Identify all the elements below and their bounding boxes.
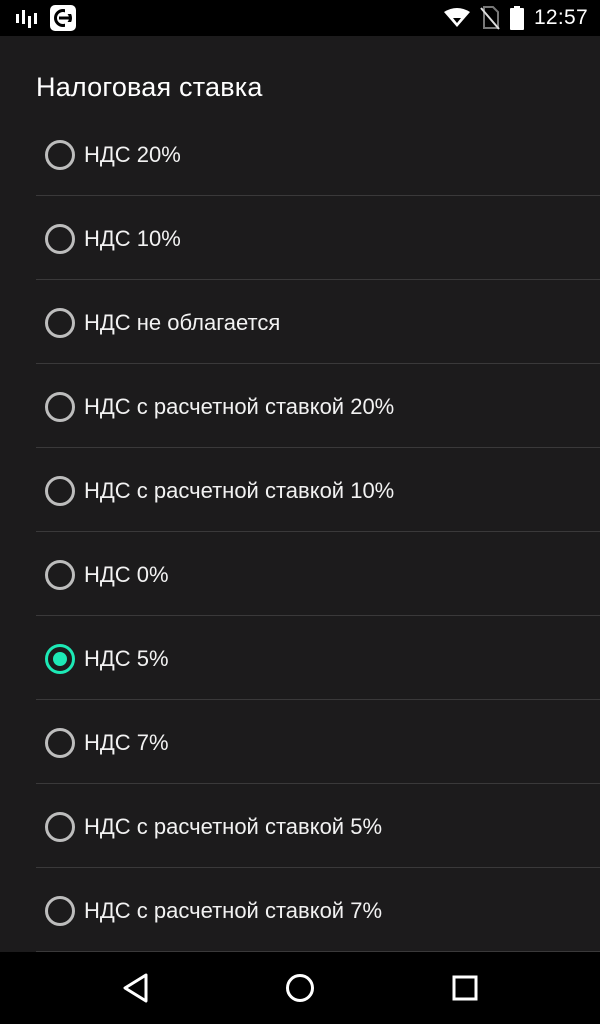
option-label: НДС с расчетной ставкой 5%: [84, 814, 383, 839]
option-vat-0[interactable]: НДС 0%: [36, 532, 600, 616]
navigation-bar: [0, 952, 600, 1024]
option-label: НДС с расчетной ставкой 7%: [84, 898, 383, 923]
battery-icon: [509, 6, 524, 30]
screen: 12:57 Налоговая ставка НДС 20% НДС 10% Н…: [0, 0, 600, 1024]
tax-rate-options-list: НДС 20% НДС 10% НДС не облагается НДС с …: [36, 112, 600, 952]
option-vat-10[interactable]: НДС 10%: [36, 196, 600, 280]
dialog-title: Налоговая ставка: [36, 72, 263, 102]
radio-button[interactable]: [45, 392, 75, 422]
option-label: НДС с расчетной ставкой 10%: [84, 478, 395, 503]
option-label: НДС 7%: [84, 730, 169, 755]
radio-button[interactable]: [45, 560, 75, 590]
radio-button[interactable]: [45, 896, 75, 926]
home-icon: [285, 973, 315, 1003]
radio-button-checked[interactable]: [45, 644, 75, 674]
radio-button[interactable]: [45, 812, 75, 842]
option-label: НДС 0%: [84, 562, 169, 587]
radio-button[interactable]: [45, 728, 75, 758]
audio-bars-icon: [16, 8, 38, 28]
recents-button[interactable]: [445, 970, 485, 1006]
option-vat-calc-20[interactable]: НДС с расчетной ставкой 20%: [36, 364, 600, 448]
option-label: НДС 10%: [84, 226, 181, 251]
radio-button[interactable]: [45, 308, 75, 338]
status-time: 12:57: [533, 6, 588, 29]
radio-button[interactable]: [45, 224, 75, 254]
status-bar-system: 12:57: [443, 0, 588, 36]
wifi-icon: [443, 8, 470, 28]
radio-button[interactable]: [45, 140, 75, 170]
no-sim-icon: [480, 6, 500, 30]
radio-button[interactable]: [45, 476, 75, 506]
app-e-icon: [50, 5, 76, 31]
status-bar: 12:57: [0, 0, 600, 36]
option-vat-7[interactable]: НДС 7%: [36, 700, 600, 784]
back-button[interactable]: [116, 970, 156, 1006]
option-label: НДС с расчетной ставкой 20%: [84, 394, 395, 419]
option-label: НДС 5%: [84, 646, 169, 671]
option-vat-exempt[interactable]: НДС не облагается: [36, 280, 600, 364]
option-vat-20[interactable]: НДС 20%: [36, 112, 600, 196]
option-vat-calc-5[interactable]: НДС с расчетной ставкой 5%: [36, 784, 600, 868]
option-vat-calc-7[interactable]: НДС с расчетной ставкой 7%: [36, 868, 600, 952]
option-label: НДС не облагается: [84, 310, 281, 335]
back-icon: [122, 973, 150, 1003]
option-label: НДС 20%: [84, 142, 181, 167]
recents-icon: [452, 975, 478, 1001]
option-vat-5[interactable]: НДС 5%: [36, 616, 600, 700]
option-vat-calc-10[interactable]: НДС с расчетной ставкой 10%: [36, 448, 600, 532]
home-button[interactable]: [280, 970, 320, 1006]
status-bar-notifications: [16, 4, 76, 32]
